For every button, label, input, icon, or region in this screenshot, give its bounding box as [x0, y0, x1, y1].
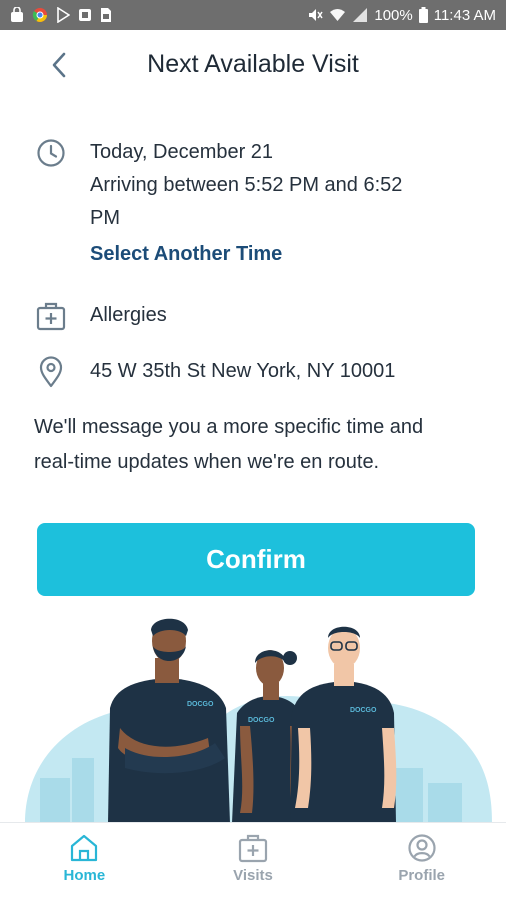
system-status: 100% 11:43 AM [307, 7, 496, 24]
notification-app-icon [79, 9, 91, 21]
medical-kit-icon [36, 302, 66, 331]
message-line-2: real-time updates when we're en route. [34, 451, 380, 473]
arrival-window-cont: PM [90, 207, 120, 229]
shopping-bag-icon [11, 7, 23, 22]
update-message: We'll message you a more specific time a… [34, 410, 484, 480]
shirt-logo-middle: DOCGO [248, 717, 275, 724]
shirt-logo-left: DOCGO [187, 701, 214, 708]
bottom-navigation: Home Visits Profile [0, 822, 506, 900]
nav-item-profile[interactable]: Profile [337, 823, 506, 900]
chrome-icon [32, 8, 47, 22]
visit-date: Today, December 21 [90, 141, 274, 163]
mute-icon [309, 9, 323, 21]
wifi-icon [330, 9, 346, 21]
chevron-left-icon [52, 52, 66, 78]
location-pin-icon [39, 356, 63, 388]
header: Next Available Visit [0, 30, 506, 98]
nav-item-home[interactable]: Home [0, 823, 169, 900]
nav-label-profile: Profile [398, 867, 446, 884]
nav-label-home: Home [63, 867, 106, 884]
back-button[interactable] [42, 48, 76, 82]
notification-icons [10, 7, 112, 23]
shirt-logo-right: DOCGO [350, 707, 377, 714]
doctor-left-figure: DOCGO [108, 618, 230, 823]
address-icon-wrap [34, 355, 68, 388]
arrival-window: Arriving between 5:52 PM and 6:52 [90, 174, 403, 196]
message-line-1: We'll message you a more specific time a… [34, 416, 424, 438]
medical-kit-icon [238, 834, 268, 863]
home-icon [71, 834, 98, 862]
care-team-illustration: DOCGO DOCGO DOCGO [25, 618, 492, 823]
battery-percent: 100% [374, 6, 413, 24]
visit-time-details: Today, December 21 Arriving between 5:52… [90, 136, 402, 273]
visit-reason: Allergies [90, 304, 167, 326]
visit-time-row: Today, December 21 Arriving between 5:52… [34, 136, 402, 273]
select-another-time-link[interactable]: Select Another Time [90, 235, 402, 273]
confirm-button[interactable]: Confirm [37, 523, 475, 596]
nav-item-visits[interactable]: Visits [169, 823, 338, 900]
nav-label-visits: Visits [233, 867, 273, 884]
signal-icon [353, 8, 368, 22]
play-store-icon [57, 7, 70, 23]
time-icon-wrap [34, 136, 68, 273]
profile-icon [408, 834, 436, 862]
clock-icon [37, 139, 65, 167]
battery-icon [418, 7, 428, 23]
visit-address-row: 45 W 35th St New York, NY 10001 [34, 355, 395, 388]
clock: 11:43 AM [433, 6, 496, 24]
visit-reason-row: Allergies [34, 299, 167, 332]
doctor-right-figure: DOCGO [290, 626, 397, 823]
visit-address: 45 W 35th St New York, NY 10001 [90, 360, 396, 382]
reason-icon-wrap [34, 299, 68, 332]
sim-card-icon [101, 8, 111, 22]
status-bar: 100% 11:43 AM [0, 0, 506, 30]
